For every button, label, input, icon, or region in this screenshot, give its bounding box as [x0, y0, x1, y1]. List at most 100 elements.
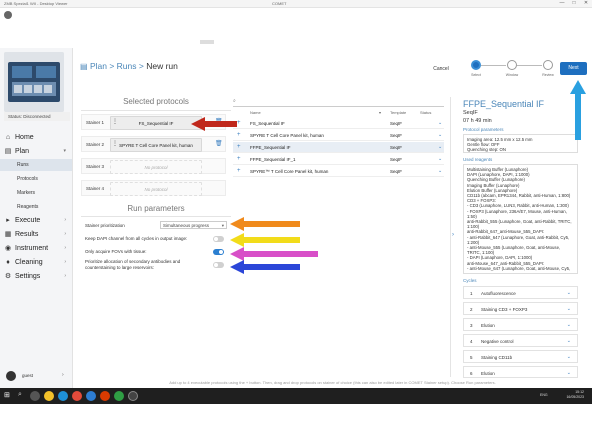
col-status[interactable]: Status: [420, 110, 431, 115]
nav-runs[interactable]: Runs: [0, 159, 72, 171]
language-indicator[interactable]: ENG: [540, 393, 548, 397]
clock[interactable]: 15:12 16/05/2023: [566, 390, 584, 400]
cycle-item[interactable]: 3 Elution ⌄: [463, 318, 578, 331]
filter-icon[interactable]: ▾: [379, 110, 381, 115]
cancel-button[interactable]: Cancel: [429, 64, 453, 74]
search-input[interactable]: ⌕: [233, 97, 444, 107]
footer-hint: Add up to 4 executable protocols using t…: [169, 380, 496, 385]
step-label-review: Review: [542, 73, 554, 77]
close-window-button[interactable]: ✕: [581, 0, 591, 6]
taskbar: ⊞ ⌕ ENG 15:12 16/05/2023: [0, 388, 592, 404]
file-explorer-icon[interactable]: [44, 391, 54, 401]
chevron-down-icon[interactable]: ⌄: [567, 322, 571, 328]
chevron-down-icon[interactable]: ⌄: [567, 338, 571, 344]
nav-results[interactable]: ▦ Results ›: [0, 228, 72, 240]
user-menu[interactable]: guest ›: [0, 366, 73, 388]
stainer-slot[interactable]: Stainer 2 SPYRE T Cell Core Panel kit, h…: [81, 136, 226, 152]
username: guest: [22, 373, 34, 378]
nav-cleaning[interactable]: ♦ Cleaning ›: [0, 256, 72, 268]
stainer-label: Stainer 4: [86, 186, 105, 191]
chevron-right-icon[interactable]: ›: [452, 232, 454, 238]
nav-execute[interactable]: ▸ Execute ›: [0, 214, 72, 226]
nav-plan[interactable]: ▤ Plan ▾: [0, 145, 72, 157]
protocol-card[interactable]: SPYRE T Cell Core Panel kit, human: [110, 138, 202, 152]
chevron-down-icon[interactable]: ⌄: [567, 290, 571, 296]
chevron-right-icon: ›: [62, 372, 64, 378]
edge-icon[interactable]: [58, 391, 68, 401]
comet-app-icon[interactable]: [128, 391, 138, 401]
office-icon[interactable]: [100, 391, 110, 401]
breadcrumb: ▤ Plan > Runs > New run: [80, 61, 178, 71]
windows-start-icon[interactable]: ⊞: [4, 391, 10, 399]
col-name[interactable]: Name: [250, 110, 261, 115]
chevron-down-icon[interactable]: ⌄: [567, 354, 571, 360]
cycle-item[interactable]: 4 Negative control ⌄: [463, 334, 578, 347]
cycle-item[interactable]: 6 Elution ⌄: [463, 366, 578, 378]
nav-home[interactable]: ⌂ Home: [0, 131, 72, 143]
task-view-icon[interactable]: [30, 391, 40, 401]
minimize-button[interactable]: —: [557, 0, 567, 6]
chevron-down-icon[interactable]: ⌄: [567, 306, 571, 312]
breadcrumb-plan[interactable]: Plan: [90, 61, 107, 71]
add-icon[interactable]: +: [237, 120, 241, 126]
chevron-down-icon[interactable]: ⌄: [438, 120, 442, 126]
drag-handle-icon[interactable]: ⋮: [112, 140, 118, 147]
tissue-fov-toggle[interactable]: [213, 249, 224, 255]
stainer-slot[interactable]: Stainer 4 No protocol: [81, 180, 226, 196]
col-template[interactable]: Template: [390, 110, 406, 115]
blank-area: [0, 404, 592, 444]
app-icon[interactable]: [86, 391, 96, 401]
nav-instrument[interactable]: ◉ Instrument ›: [0, 242, 72, 254]
add-icon[interactable]: +: [237, 168, 241, 174]
stainer-slot[interactable]: Stainer 3 No protocol: [81, 158, 226, 174]
trash-icon[interactable]: 🗑: [215, 140, 223, 147]
table-row[interactable]: + SPYRE™ T Cell Core Panel kit, human Se…: [233, 166, 444, 177]
add-icon[interactable]: +: [237, 132, 241, 138]
table-row-selected[interactable]: + FFPE_Sequential IF SeqIF ⌄: [233, 142, 444, 153]
step-review[interactable]: [543, 60, 553, 70]
reagents-box[interactable]: Multistaining Buffer (Lunaphore) DAPI (L…: [463, 164, 578, 274]
chevron-right-icon: ›: [64, 259, 66, 265]
search-icon[interactable]: ⌕: [18, 391, 22, 399]
step-window[interactable]: [507, 60, 517, 70]
app-icon[interactable]: [114, 391, 124, 401]
chevron-down-icon[interactable]: ⌄: [438, 144, 442, 150]
cycle-item[interactable]: 2 Staining CD3 + FOXP3 ⌄: [463, 302, 578, 315]
nav-settings[interactable]: ⚙ Settings ›: [0, 270, 72, 282]
chevron-down-icon[interactable]: ⌄: [438, 156, 442, 162]
keep-dapi-toggle[interactable]: [213, 236, 224, 242]
app-logo-icon: [4, 11, 12, 19]
prioritize-reservoir-toggle[interactable]: [213, 262, 224, 268]
chevron-down-icon[interactable]: ⌄: [567, 370, 571, 376]
chevron-down-icon[interactable]: ⌄: [438, 132, 442, 138]
nav-markers[interactable]: Markers: [0, 187, 72, 199]
drag-handle-icon[interactable]: ⋮: [112, 118, 118, 125]
add-icon[interactable]: +: [237, 144, 241, 150]
cycle-item[interactable]: 5 Staining CD11b ⌄: [463, 350, 578, 363]
chevron-right-icon: ›: [64, 245, 66, 251]
cycle-item[interactable]: 1 Autofluorescence ⌄: [463, 286, 578, 299]
chrome-icon[interactable]: [72, 391, 82, 401]
maximize-button[interactable]: □: [569, 0, 579, 6]
nav-protocols[interactable]: Protocols: [0, 173, 72, 185]
magenta-arrow-head: [230, 247, 244, 261]
search-icon: ⌕: [233, 98, 236, 104]
cycles-label: Cycles: [463, 278, 477, 283]
protocol-card[interactable]: FS_Sequential IF: [110, 116, 202, 130]
step-select[interactable]: [471, 60, 481, 70]
drag-handle[interactable]: [200, 40, 214, 44]
red-arrow: [205, 121, 237, 127]
add-icon[interactable]: +: [237, 156, 241, 162]
table-row[interactable]: + FS_Sequential IF SeqIF ⌄: [233, 118, 444, 129]
table-row[interactable]: + SPYRE T Cell Core Panel kit, human Seq…: [233, 130, 444, 141]
chevron-down-icon: ▾: [63, 148, 66, 154]
nav-reagents[interactable]: Reagents: [0, 201, 72, 213]
breadcrumb-runs[interactable]: Runs: [117, 61, 137, 71]
next-button[interactable]: Next: [560, 62, 587, 75]
connection-status: Status: Disconnected: [4, 112, 70, 121]
cleaning-icon: ♦: [6, 258, 10, 266]
stainer-prioritization-label: Stainer prioritization: [85, 223, 125, 228]
chevron-down-icon[interactable]: ⌄: [438, 168, 442, 174]
table-row[interactable]: + FFPE_Sequential IF_1 SeqIF ⌄: [233, 154, 444, 165]
stainer-prioritization-select[interactable]: Simultaneous progress ▾: [160, 221, 227, 229]
